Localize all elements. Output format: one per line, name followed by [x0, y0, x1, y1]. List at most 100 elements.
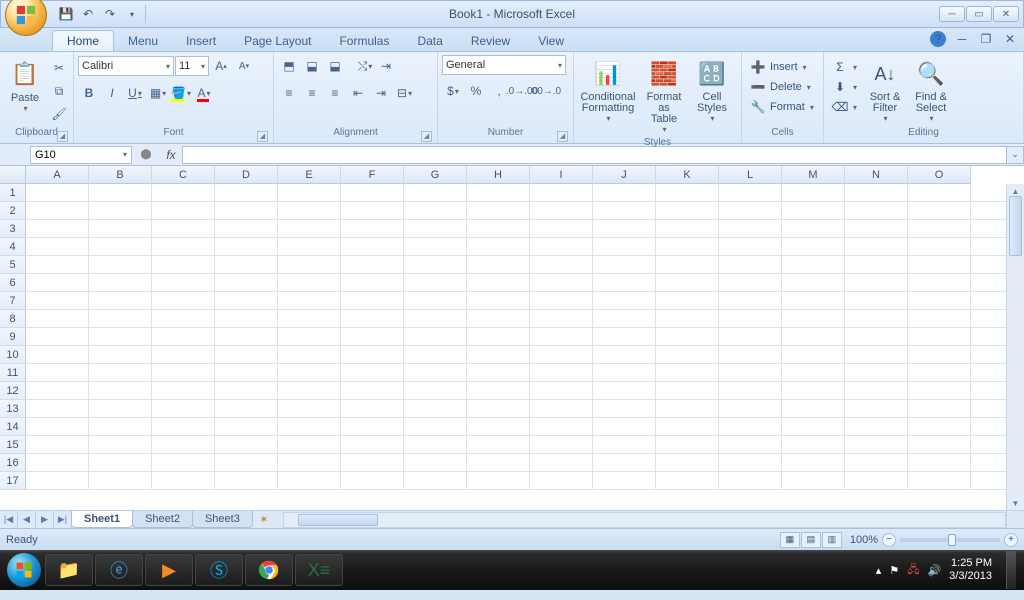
align-middle-icon[interactable]: ⬓: [301, 55, 323, 77]
cell[interactable]: [215, 346, 278, 363]
clipboard-launcher[interactable]: ◢: [57, 131, 68, 142]
cell[interactable]: [152, 328, 215, 345]
cell[interactable]: [26, 346, 89, 363]
row-header[interactable]: 3: [0, 220, 26, 238]
cell[interactable]: [215, 310, 278, 327]
cell[interactable]: [278, 184, 341, 201]
column-header[interactable]: A: [26, 166, 89, 184]
cell[interactable]: [782, 418, 845, 435]
cell[interactable]: [656, 382, 719, 399]
cell[interactable]: [782, 472, 845, 489]
cell[interactable]: [908, 274, 971, 291]
formula-input[interactable]: [182, 146, 1006, 164]
accounting-format-icon[interactable]: $▾: [442, 80, 464, 102]
start-button[interactable]: [4, 550, 44, 590]
cell[interactable]: [404, 238, 467, 255]
cell[interactable]: [215, 292, 278, 309]
save-icon[interactable]: 💾: [57, 5, 75, 23]
percent-format-icon[interactable]: %: [465, 80, 487, 102]
cell[interactable]: [908, 346, 971, 363]
cell[interactable]: [593, 292, 656, 309]
tab-data[interactable]: Data: [403, 31, 456, 51]
cell[interactable]: [26, 202, 89, 219]
maximize-button[interactable]: ▭: [966, 6, 992, 22]
cell[interactable]: [215, 274, 278, 291]
font-size-combo[interactable]: 11▾: [175, 56, 209, 76]
orientation-icon[interactable]: ⤭▾: [354, 55, 376, 77]
cell[interactable]: [719, 346, 782, 363]
cell[interactable]: [530, 184, 593, 201]
zoom-level[interactable]: 100%: [850, 534, 878, 546]
cell[interactable]: [467, 400, 530, 417]
cell[interactable]: [656, 364, 719, 381]
cell[interactable]: [845, 274, 908, 291]
cell[interactable]: [215, 454, 278, 471]
column-header[interactable]: E: [278, 166, 341, 184]
row-header[interactable]: 8: [0, 310, 26, 328]
format-cells-button[interactable]: 🔧Format▾: [746, 97, 819, 117]
cell[interactable]: [593, 256, 656, 273]
sheet-tab-3[interactable]: Sheet3: [192, 511, 253, 528]
column-header[interactable]: D: [215, 166, 278, 184]
cell[interactable]: [26, 256, 89, 273]
cell[interactable]: [656, 328, 719, 345]
shrink-font-icon[interactable]: A▾: [233, 55, 255, 77]
cell[interactable]: [845, 220, 908, 237]
cell[interactable]: [656, 436, 719, 453]
cell[interactable]: [908, 184, 971, 201]
cell[interactable]: [89, 382, 152, 399]
cell[interactable]: [89, 202, 152, 219]
wrap-text-icon[interactable]: ⇥: [377, 55, 395, 77]
tray-overflow-icon[interactable]: ▴: [876, 564, 882, 577]
cell[interactable]: [404, 418, 467, 435]
cell[interactable]: [782, 364, 845, 381]
cell[interactable]: [152, 202, 215, 219]
cell[interactable]: [782, 436, 845, 453]
cell[interactable]: [908, 454, 971, 471]
cell[interactable]: [341, 274, 404, 291]
cell[interactable]: [467, 454, 530, 471]
column-header[interactable]: I: [530, 166, 593, 184]
cell[interactable]: [467, 364, 530, 381]
format-as-table-button[interactable]: 🧱Format as Table▾: [640, 55, 688, 137]
cell[interactable]: [719, 310, 782, 327]
cell[interactable]: [719, 238, 782, 255]
delete-cells-button[interactable]: ➖Delete▾: [746, 77, 819, 97]
cell[interactable]: [719, 292, 782, 309]
cell[interactable]: [467, 418, 530, 435]
number-format-combo[interactable]: General▾: [442, 55, 566, 75]
cell[interactable]: [782, 220, 845, 237]
tray-volume-icon[interactable]: 🔊: [927, 564, 941, 577]
mdi-close-icon[interactable]: ✕: [1002, 31, 1018, 47]
cell[interactable]: [782, 328, 845, 345]
cell[interactable]: [467, 292, 530, 309]
cell[interactable]: [845, 310, 908, 327]
cell[interactable]: [593, 328, 656, 345]
column-header[interactable]: L: [719, 166, 782, 184]
cell[interactable]: [341, 418, 404, 435]
cell[interactable]: [152, 472, 215, 489]
sheet-nav-last-icon[interactable]: ▶|: [54, 511, 72, 528]
cell[interactable]: [467, 238, 530, 255]
cell[interactable]: [719, 418, 782, 435]
cell[interactable]: [719, 382, 782, 399]
cell[interactable]: [26, 454, 89, 471]
tab-review[interactable]: Review: [457, 31, 524, 51]
cell[interactable]: [530, 292, 593, 309]
cell[interactable]: [908, 364, 971, 381]
cell[interactable]: [593, 436, 656, 453]
cell[interactable]: [89, 220, 152, 237]
vertical-scrollbar[interactable]: ▲ ▼: [1006, 184, 1024, 510]
cell[interactable]: [593, 454, 656, 471]
italic-button[interactable]: I: [101, 82, 123, 104]
tab-insert[interactable]: Insert: [172, 31, 230, 51]
cell[interactable]: [593, 382, 656, 399]
cell[interactable]: [152, 184, 215, 201]
cell[interactable]: [593, 310, 656, 327]
cell[interactable]: [530, 256, 593, 273]
fx-icon[interactable]: fx: [160, 148, 182, 162]
cell[interactable]: [719, 328, 782, 345]
name-box[interactable]: G10▾: [30, 146, 132, 164]
cell[interactable]: [26, 436, 89, 453]
redo-icon[interactable]: ↷: [101, 5, 119, 23]
